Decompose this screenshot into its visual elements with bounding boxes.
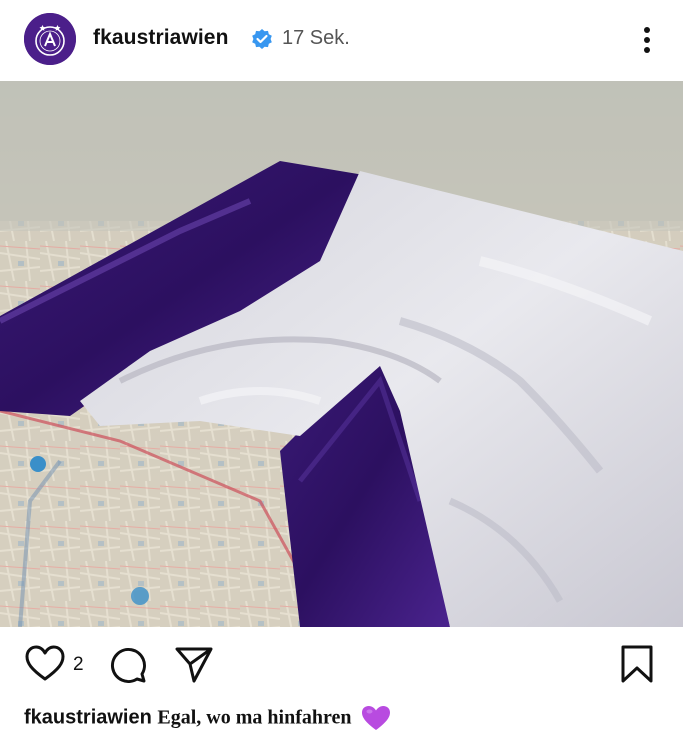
post-header: fkaustriawien 17 Sek. [0, 0, 683, 80]
purple-heart-emoji-icon [362, 706, 391, 730]
paper-plane-icon[interactable] [174, 645, 214, 685]
post-actions-bar [0, 628, 683, 698]
post-caption: fkaustriawien Egal, wo ma hinfahren [24, 705, 391, 731]
verified-badge-icon [252, 29, 272, 49]
more-vertical-icon[interactable] [633, 22, 661, 58]
post-username[interactable]: fkaustriawien [93, 26, 229, 50]
avatar[interactable] [24, 13, 76, 65]
like-count[interactable]: 2 [73, 654, 84, 676]
club-crest-icon [24, 13, 76, 65]
caption-username[interactable]: fkaustriawien [24, 706, 152, 728]
heart-outline-icon[interactable] [25, 645, 65, 683]
post-timestamp: 17 Sek. [282, 27, 350, 49]
post-photo[interactable] [0, 81, 683, 627]
bookmark-icon[interactable] [617, 644, 657, 684]
photo-image [0, 81, 683, 627]
caption-text: Egal, wo ma hinfahren [157, 706, 352, 729]
comment-bubble-icon[interactable] [108, 645, 148, 685]
